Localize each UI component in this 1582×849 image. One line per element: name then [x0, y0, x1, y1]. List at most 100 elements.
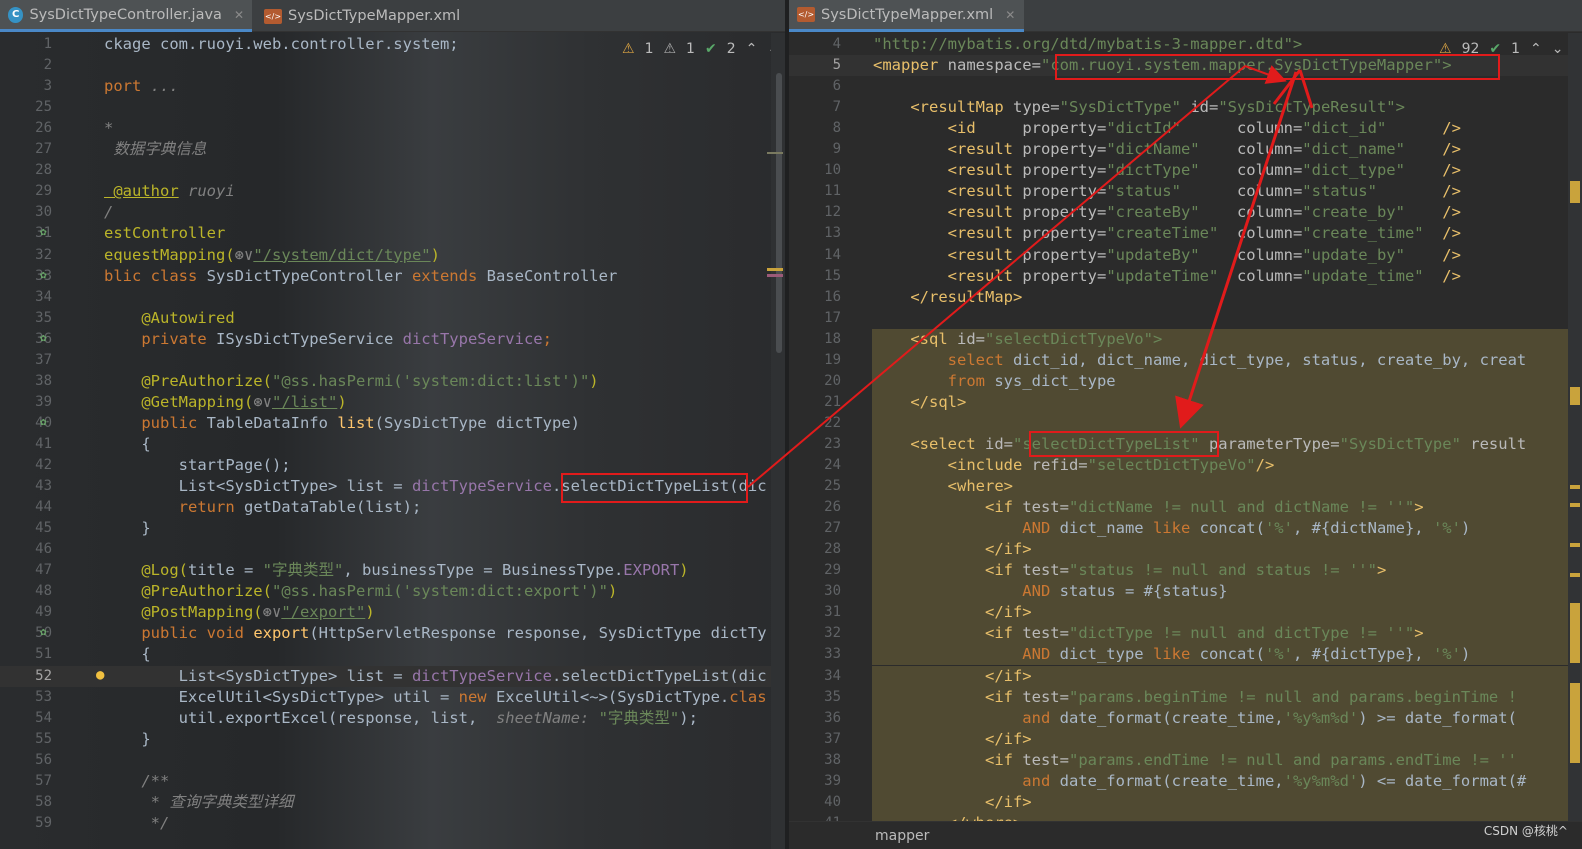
code-line[interactable]: <id property="dictId" column="dict_id" /…	[873, 118, 1461, 139]
code-line[interactable]: </if>	[873, 729, 1032, 750]
code-line[interactable]: <resultMap type="SysDictType" id="SysDic…	[873, 97, 1405, 118]
scrollbar[interactable]	[771, 33, 785, 849]
code-line[interactable]: port ...	[104, 76, 179, 97]
code-line[interactable]: */	[104, 813, 170, 834]
code-line[interactable]: @Autowired	[104, 308, 234, 329]
code-token: extends	[411, 266, 487, 285]
bean-icon[interactable]: ✿	[40, 268, 47, 281]
code-line[interactable]: and date_format(create_time,'%y%m%d') <=…	[873, 771, 1526, 792]
code-line[interactable]: startPage();	[104, 455, 291, 476]
code-line[interactable]: @PostMapping(⊛∨"/export")	[104, 602, 374, 623]
code-line[interactable]: *	[104, 118, 113, 139]
code-line[interactable]: <where>	[873, 476, 1013, 497]
code-token: startPage();	[104, 456, 291, 474]
line-number: 42	[35, 457, 52, 473]
code-line[interactable]: AND dict_type like concat('%', #{dictTyp…	[873, 644, 1470, 665]
line-number: 30	[35, 204, 52, 221]
bean-icon[interactable]: ✿	[40, 415, 47, 428]
line-number: 51	[35, 646, 52, 663]
code-line[interactable]: @Log(title = "字典类型", businessType = Busi…	[104, 560, 688, 581]
tab-mapper-xml-right[interactable]: </> SysDictTypeMapper.xml ✕	[789, 0, 1024, 32]
code-line[interactable]: </resultMap>	[873, 287, 1022, 308]
code-line[interactable]: estController	[104, 223, 225, 244]
code-token: estController	[104, 224, 226, 243]
code-line[interactable]: <sql id="selectDictTypeVo">	[873, 329, 1162, 350]
code-line[interactable]: <mapper namespace="com.ruoyi.system.mapp…	[873, 55, 1452, 76]
code-token: property=	[1022, 224, 1107, 243]
code-token: >	[1414, 624, 1424, 643]
code-area[interactable]: 1 ckage com.ruoyi.web.controller.system; 2…	[0, 33, 785, 849]
code-line[interactable]: blic class SysDictTypeController extends…	[104, 266, 617, 287]
code-line[interactable]: public TableDataInfo list(SysDictType di…	[104, 413, 580, 434]
code-line[interactable]: return getDataTable(list);	[104, 497, 422, 518]
code-line[interactable]: /**	[104, 771, 169, 792]
line-number: 26	[824, 499, 841, 516]
bean-icon[interactable]: ✿	[40, 225, 47, 238]
code-line[interactable]: <if test="params.beginTime != null and p…	[873, 687, 1517, 708]
code-area[interactable]: 4 "http://mybatis.org/dtd/mybatis-3-mappe…	[789, 33, 1582, 849]
code-line[interactable]: ExcelUtil<SysDictType> util = new ExcelU…	[104, 687, 767, 708]
code-line[interactable]: equestMapping(⊛∨"/system/dict/type")	[104, 245, 440, 266]
lightbulb-icon[interactable]: ●	[96, 667, 104, 683]
bean-icon[interactable]: ✿	[40, 331, 47, 344]
line-number: 34	[35, 288, 52, 305]
code-line[interactable]: private ISysDictTypeService dictTypeServ…	[104, 329, 552, 350]
code-line[interactable]: and date_format(create_time,'%y%m%d') >=…	[873, 708, 1517, 729]
code-line[interactable]: </if>	[873, 792, 1032, 813]
code-line[interactable]: <if test="status != null and status != '…	[873, 560, 1386, 581]
code-line[interactable]: <select id="selectDictTypeList" paramete…	[873, 434, 1526, 455]
code-token: concat(	[1199, 519, 1265, 538]
line-number: 4	[832, 36, 841, 52]
code-line[interactable]: <result property="updateBy" column="upda…	[873, 245, 1461, 266]
code-line[interactable]: <result property="dictName" column="dict…	[873, 139, 1461, 160]
code-line[interactable]: <include refid="selectDictTypeVo"/>	[873, 455, 1275, 476]
code-line[interactable]: </if>	[873, 602, 1032, 623]
code-line[interactable]: </sql>	[873, 392, 966, 413]
code-line[interactable]: * 查询字典类型详细	[104, 792, 294, 813]
code-line[interactable]: <result property="dictType" column="dict…	[873, 160, 1461, 181]
code-line[interactable]: @author ruoyi	[104, 181, 234, 202]
code-line[interactable]: </if>	[873, 539, 1032, 560]
code-line[interactable]: 数据字典信息	[104, 139, 206, 160]
code-line[interactable]: }	[104, 518, 150, 539]
line-number: 27	[824, 520, 841, 537]
code-line[interactable]: /	[104, 202, 113, 223]
code-line[interactable]: util.exportExcel(response, list, sheetNa…	[104, 708, 698, 729]
error-stripe[interactable]	[1568, 33, 1582, 821]
code-line[interactable]: ckage com.ruoyi.web.controller.system;	[104, 34, 459, 55]
code-token: <if	[873, 624, 1023, 643]
code-line[interactable]: @PreAuthorize("@ss.hasPermi('system:dict…	[104, 371, 598, 392]
code-line[interactable]: <result property="createBy" column="crea…	[873, 202, 1461, 223]
code-line[interactable]: <if test="dictType != null and dictType …	[873, 623, 1424, 644]
code-line[interactable]: from sys_dict_type	[873, 371, 1116, 392]
code-line[interactable]: <if test="params.endTime != null and par…	[873, 750, 1517, 771]
code-line[interactable]: <result property="status" column="status…	[873, 181, 1461, 202]
code-line[interactable]: </if>	[873, 666, 1032, 687]
code-line[interactable]: {	[104, 434, 150, 455]
code-token: port	[104, 77, 151, 96]
code-line[interactable]: @GetMapping(⊛∨"/list")	[104, 392, 346, 413]
bean-icon[interactable]: ✿	[40, 625, 47, 638]
tab-mapper-xml[interactable]: </> SysDictTypeMapper.xml	[256, 0, 486, 32]
code-token: "dictName"	[1106, 140, 1237, 159]
code-line[interactable]: AND status = #{status}	[873, 581, 1227, 602]
close-icon[interactable]: ✕	[1005, 8, 1015, 22]
code-line[interactable]: AND dict_name like concat('%', #{dictNam…	[873, 518, 1470, 539]
code-line[interactable]: List<SysDictType> list = dictTypeService…	[104, 666, 767, 687]
code-line[interactable]: }	[104, 729, 150, 750]
code-token: '%'	[1432, 645, 1461, 664]
breadcrumb-mapper[interactable]: mapper	[875, 828, 929, 844]
code-token: '%'	[1264, 645, 1293, 664]
tab-controller-java[interactable]: C SysDictTypeController.java ✕	[0, 0, 252, 32]
code-line[interactable]: public void export(HttpServletResponse r…	[104, 623, 766, 644]
code-line[interactable]: @PreAuthorize("@ss.hasPermi('system:dict…	[104, 581, 617, 602]
code-line[interactable]: select dict_id, dict_name, dict_type, st…	[873, 350, 1527, 371]
code-line[interactable]: <result property="createTime" column="cr…	[873, 223, 1461, 244]
code-token: "dictName != null and dictName != ''"	[1068, 498, 1415, 517]
code-line[interactable]: {	[104, 644, 150, 665]
code-line[interactable]: List<SysDictType> list = dictTypeService…	[104, 476, 767, 497]
code-line[interactable]: <if test="dictName != null and dictName …	[873, 497, 1424, 518]
code-line[interactable]: "http://mybatis.org/dtd/mybatis-3-mapper…	[873, 34, 1302, 55]
close-icon[interactable]: ✕	[234, 8, 244, 22]
code-line[interactable]: <result property="updateTime" column="up…	[873, 266, 1461, 287]
